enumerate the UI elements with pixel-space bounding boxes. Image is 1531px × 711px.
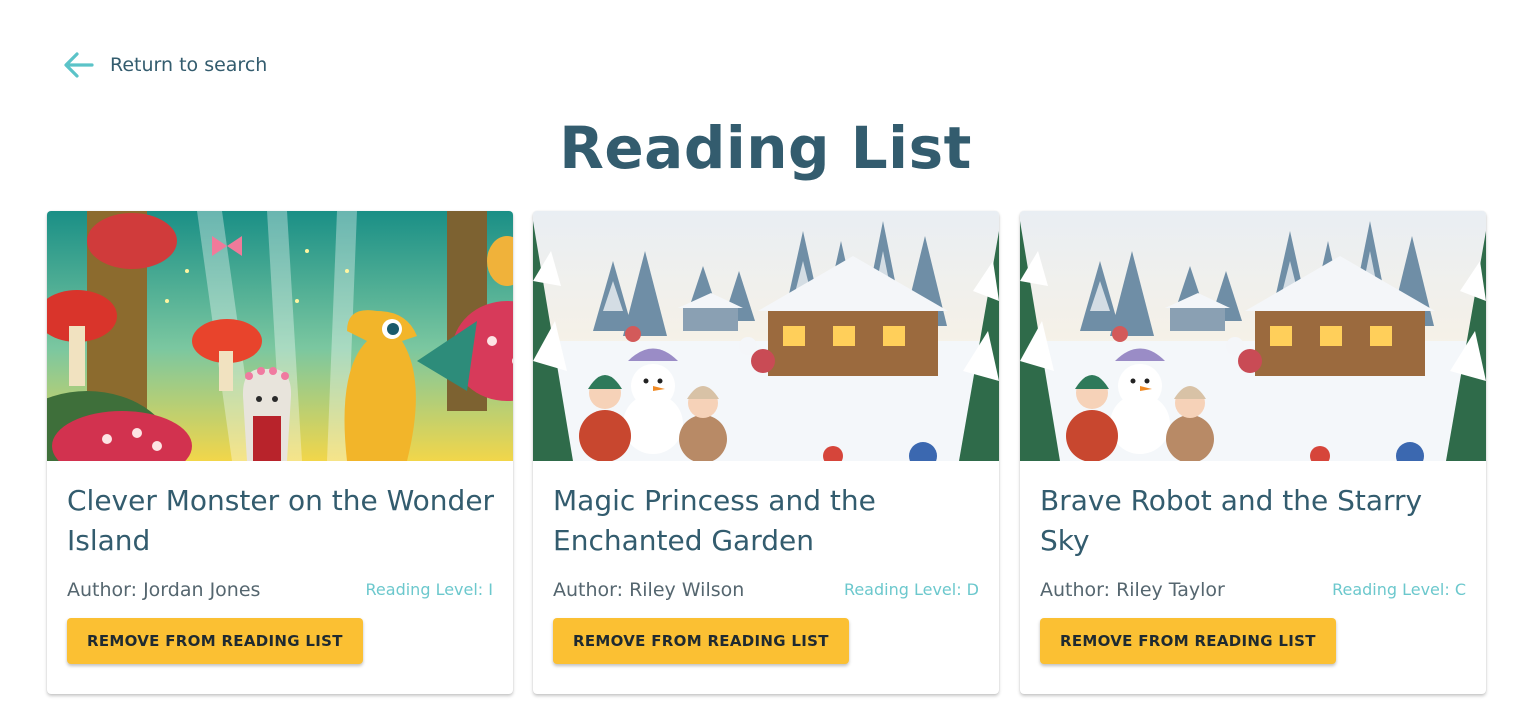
remove-from-reading-list-button[interactable]: REMOVE FROM READING LIST — [553, 618, 849, 664]
reading-level: Reading Level: I — [365, 580, 493, 599]
return-to-search-link[interactable]: Return to search — [62, 50, 267, 80]
book-card: Brave Robot and the Starry Sky Author: R… — [1020, 211, 1486, 694]
book-title[interactable]: Magic Princess and the Enchanted Garden — [553, 481, 983, 561]
reading-level: Reading Level: C — [1332, 580, 1466, 599]
remove-from-reading-list-button[interactable]: REMOVE FROM READING LIST — [1040, 618, 1336, 664]
book-title[interactable]: Clever Monster on the Wonder Island — [67, 481, 497, 561]
book-author: Author: Jordan Jones — [67, 579, 261, 601]
book-card: Clever Monster on the Wonder Island Auth… — [47, 211, 513, 694]
remove-from-reading-list-button[interactable]: REMOVE FROM READING LIST — [67, 618, 363, 664]
book-cover-image[interactable] — [533, 211, 999, 461]
page-title: Reading List — [559, 114, 972, 182]
book-title[interactable]: Brave Robot and the Starry Sky — [1040, 481, 1470, 561]
arrow-left-icon — [64, 52, 94, 78]
book-card: Magic Princess and the Enchanted Garden … — [533, 211, 999, 694]
return-to-search-label: Return to search — [110, 54, 268, 76]
reading-level: Reading Level: D — [843, 580, 979, 599]
book-cover-image[interactable] — [1020, 211, 1486, 461]
book-cover-image[interactable] — [47, 211, 513, 461]
book-author: Author: Riley Taylor — [1040, 579, 1225, 601]
book-author: Author: Riley Wilson — [553, 579, 745, 601]
